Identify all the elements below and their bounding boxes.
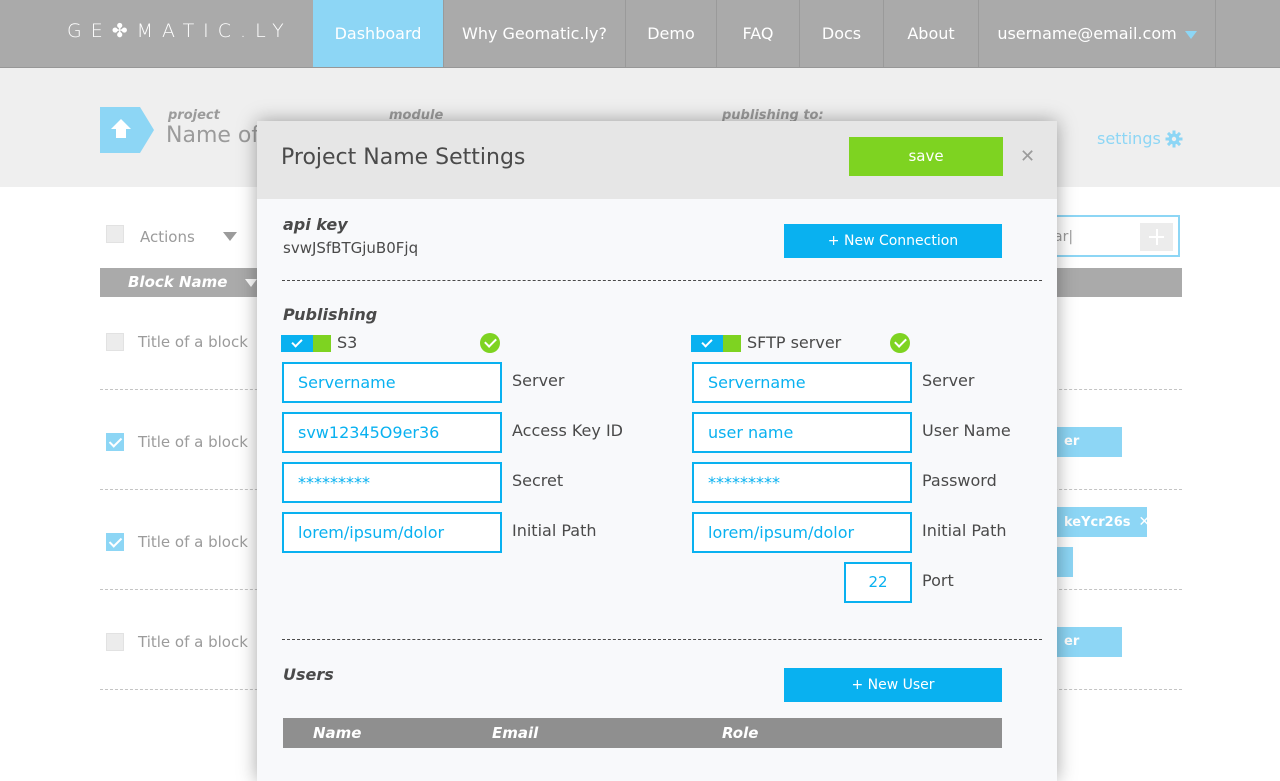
s3-path-label: Initial Path xyxy=(512,521,597,540)
s3-title: S3 xyxy=(337,333,358,352)
close-icon[interactable]: ✕ xyxy=(1096,664,1108,680)
tag-chip[interactable] xyxy=(1056,547,1073,577)
s3-path-input[interactable]: lorem/ipsum/dolor xyxy=(282,512,502,553)
s3-server-input[interactable]: Servername xyxy=(282,362,502,403)
logo[interactable]: GE✤MATIC.LY xyxy=(67,20,293,42)
chevron-down-icon xyxy=(223,232,237,241)
save-button[interactable]: save xyxy=(849,137,1003,176)
s3-toggle[interactable] xyxy=(281,335,331,352)
actions-dropdown[interactable]: Actions xyxy=(140,228,195,246)
sftp-user-input[interactable]: user name xyxy=(692,412,912,453)
s3-secret-label: Secret xyxy=(512,471,564,490)
user-email: username@email.com xyxy=(997,24,1177,43)
tag-label: er tag xyxy=(1064,434,1089,480)
tag-chip[interactable]: er tag ✕ xyxy=(1056,627,1122,680)
new-connection-button[interactable]: + New Connection xyxy=(784,224,1002,258)
column-name[interactable]: Name xyxy=(313,724,361,742)
api-key-value: svwJSfBTGjuB0Fjq xyxy=(283,239,419,257)
sftp-user-label: User Name xyxy=(922,421,1011,440)
row-checkbox[interactable] xyxy=(106,433,124,451)
modal-title: Project Name Settings xyxy=(281,145,526,170)
row-checkbox[interactable] xyxy=(106,333,124,351)
chevron-down-icon xyxy=(245,279,257,287)
settings-modal: Project Name Settings save ✕ api key svw… xyxy=(257,121,1057,781)
section-divider xyxy=(282,280,1042,281)
tag-label: er tag xyxy=(1064,634,1089,680)
s3-server-label: Server xyxy=(512,371,565,390)
nav-why[interactable]: Why Geomatic.ly? xyxy=(444,0,626,67)
sftp-port-label: Port xyxy=(922,571,954,590)
project-name: Name of xyxy=(166,123,260,148)
sftp-password-input[interactable]: ********* xyxy=(692,462,912,503)
sftp-title: SFTP server xyxy=(747,333,842,352)
s3-secret-input[interactable]: ********* xyxy=(282,462,502,503)
home-button[interactable] xyxy=(100,107,154,153)
sftp-password-label: Password xyxy=(922,471,997,490)
gear-icon[interactable] xyxy=(1165,130,1183,148)
project-label: project xyxy=(168,108,220,123)
check-circle-icon xyxy=(480,333,500,353)
table-row[interactable]: Title of a block xyxy=(138,633,248,651)
close-icon[interactable]: ✕ xyxy=(1138,514,1150,530)
users-table-header xyxy=(283,718,1002,748)
api-key-label: api key xyxy=(283,215,348,234)
sftp-path-input[interactable]: lorem/ipsum/dolor xyxy=(692,512,912,553)
sftp-path-label: Initial Path xyxy=(922,521,1007,540)
table-row[interactable]: Title of a block xyxy=(138,433,248,451)
sftp-toggle[interactable] xyxy=(691,335,741,352)
nav-demo[interactable]: Demo xyxy=(626,0,717,67)
new-user-button[interactable]: + New User xyxy=(784,668,1002,702)
settings-link[interactable]: settings xyxy=(1097,129,1161,148)
column-block-name[interactable]: Block Name xyxy=(128,273,227,291)
select-all-checkbox[interactable] xyxy=(106,225,124,243)
home-icon xyxy=(111,119,131,138)
users-label: Users xyxy=(283,665,334,684)
sftp-server-label: Server xyxy=(922,371,975,390)
nav-about[interactable]: About xyxy=(884,0,979,67)
sftp-server-input[interactable]: Servername xyxy=(692,362,912,403)
tag-label: keYcr26s xyxy=(1064,515,1131,530)
tag-chip[interactable]: er tag ✕ xyxy=(1056,427,1122,480)
table-row[interactable]: Title of a block xyxy=(138,533,248,551)
column-email[interactable]: Email xyxy=(492,724,538,742)
top-nav: GE✤MATIC.LY Dashboard Why Geomatic.ly? D… xyxy=(0,0,1280,68)
toggle-knob xyxy=(281,335,313,352)
s3-access-key-label: Access Key ID xyxy=(512,421,623,440)
user-menu[interactable]: username@email.com xyxy=(979,0,1216,67)
check-circle-icon xyxy=(890,333,910,353)
s3-access-key-input[interactable]: svw12345O9er36 xyxy=(282,412,502,453)
sftp-port-input[interactable]: 22 xyxy=(844,562,912,603)
column-role[interactable]: Role xyxy=(722,724,758,742)
chevron-down-icon xyxy=(1184,30,1197,39)
section-divider xyxy=(282,639,1042,640)
table-row[interactable]: Title of a block xyxy=(138,333,248,351)
close-icon[interactable]: ✕ xyxy=(1096,464,1108,480)
row-checkbox[interactable] xyxy=(106,633,124,651)
tag-chip[interactable]: keYcr26s ✕ xyxy=(1056,507,1150,537)
add-tag-button[interactable] xyxy=(1140,223,1173,251)
row-checkbox[interactable] xyxy=(106,533,124,551)
close-icon[interactable]: ✕ xyxy=(1020,146,1035,167)
nav-faq[interactable]: FAQ xyxy=(717,0,800,67)
nav-docs[interactable]: Docs xyxy=(800,0,884,67)
nav-dashboard[interactable]: Dashboard xyxy=(313,0,444,67)
toggle-knob xyxy=(691,335,723,352)
publishing-label: Publishing xyxy=(283,305,378,324)
